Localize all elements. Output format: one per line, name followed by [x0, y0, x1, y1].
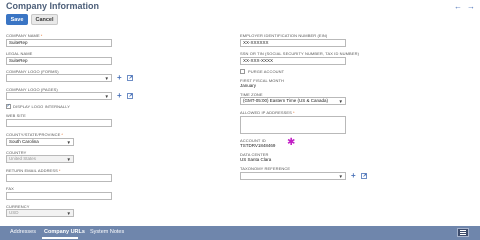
fax-input[interactable] [6, 192, 112, 200]
cancel-button[interactable]: Cancel [31, 14, 58, 25]
fax-label: FAX [6, 186, 14, 191]
state-select[interactable]: South Carolina ▼ [6, 138, 74, 146]
country-select: United States ▼ [6, 155, 74, 163]
add-logo-forms-icon[interactable]: + [117, 74, 122, 82]
chevron-down-icon: ▼ [104, 94, 109, 99]
allowed-ip-textarea[interactable] [240, 116, 346, 134]
ssn-label: SSN OR TIN (SOCIAL SECURITY NUMBER, TAX … [240, 51, 360, 56]
add-taxonomy-icon[interactable]: + [351, 172, 356, 180]
required-marker: * [40, 33, 43, 38]
forward-arrow-icon[interactable]: → [467, 3, 475, 11]
legal-name-input[interactable]: SuiteRep [6, 57, 112, 65]
taxonomy-select[interactable]: ▼ [240, 172, 346, 180]
logo-pages-select[interactable]: ▼ [6, 92, 112, 100]
country-state-label: COUNTY/STATE/PROVINCE* [6, 132, 64, 137]
time-zone-value: (GMT-05:00) Eastern Time (US & Canada) [243, 98, 329, 103]
ein-label: EMPLOYER IDENTIFICATION NUMBER (EIN) [240, 33, 328, 38]
page-title: Company Information [6, 1, 100, 11]
fiscal-month-value: January [240, 83, 257, 88]
web-site-input[interactable] [6, 119, 112, 127]
time-zone-select[interactable]: (GMT-05:00) Eastern Time (US & Canada) ▼ [240, 97, 346, 105]
purge-account-label: PURGE ACCOUNT [248, 69, 285, 74]
ssn-input[interactable]: XX-XXX-XXXX [240, 57, 346, 65]
data-center-value: US Santa Clara [240, 157, 272, 162]
currency-select: USD ▼ [6, 209, 74, 217]
company-name-input[interactable]: SuiteRep [6, 39, 112, 47]
taxonomy-label: TAXONOMY REFERENCE [240, 166, 291, 171]
tab-system-notes[interactable]: System Notes [90, 229, 124, 236]
open-link-icon[interactable] [127, 75, 133, 81]
company-name-label: COMPANY NAME* [6, 33, 43, 38]
save-button[interactable]: Save [6, 14, 28, 25]
tab-company-urls[interactable]: Company URLs [44, 229, 85, 236]
chevron-down-icon: ▼ [66, 211, 71, 216]
chevron-down-icon: ▼ [66, 140, 71, 145]
web-site-label: WEB SITE [6, 113, 26, 118]
required-marker: * [292, 110, 295, 115]
open-link-icon[interactable] [361, 173, 367, 179]
ein-input[interactable]: XX-XXXXXX [240, 39, 346, 47]
star-icon: ✱ [287, 137, 296, 148]
purge-account-checkbox[interactable] [240, 69, 245, 74]
return-email-input[interactable] [6, 174, 112, 182]
active-tab-indicator [42, 237, 78, 239]
state-value: South Carolina [9, 139, 39, 144]
logo-forms-select[interactable]: ▼ [6, 74, 112, 82]
display-logo-checkbox[interactable] [6, 104, 11, 109]
back-arrow-icon[interactable]: ← [454, 3, 462, 11]
chevron-down-icon: ▼ [338, 99, 343, 104]
hamburger-menu-icon[interactable] [457, 228, 469, 237]
required-marker: * [61, 132, 64, 137]
subtab-bar: Addresses Company URLs System Notes [0, 226, 480, 240]
account-id-value: TSTDRV1848469 [240, 143, 276, 148]
open-link-icon[interactable] [127, 93, 133, 99]
display-logo-label: DISPLAY LOGO INTERNALLY [13, 104, 70, 109]
chevron-down-icon: ▼ [104, 76, 109, 81]
chevron-down-icon: ▼ [66, 157, 71, 162]
currency-value: USD [9, 210, 19, 215]
country-value: United States [9, 156, 37, 161]
tab-addresses[interactable]: Addresses [10, 229, 36, 236]
add-logo-pages-icon[interactable]: + [117, 92, 122, 100]
return-email-label: RETURN EMAIL ADDRESS* [6, 168, 61, 173]
chevron-down-icon: ▼ [338, 174, 343, 179]
required-marker: * [58, 168, 61, 173]
allowed-ip-label: ALLOWED IP ADDRESSES* [240, 110, 295, 115]
legal-name-label: LEGAL NAME [6, 51, 33, 56]
